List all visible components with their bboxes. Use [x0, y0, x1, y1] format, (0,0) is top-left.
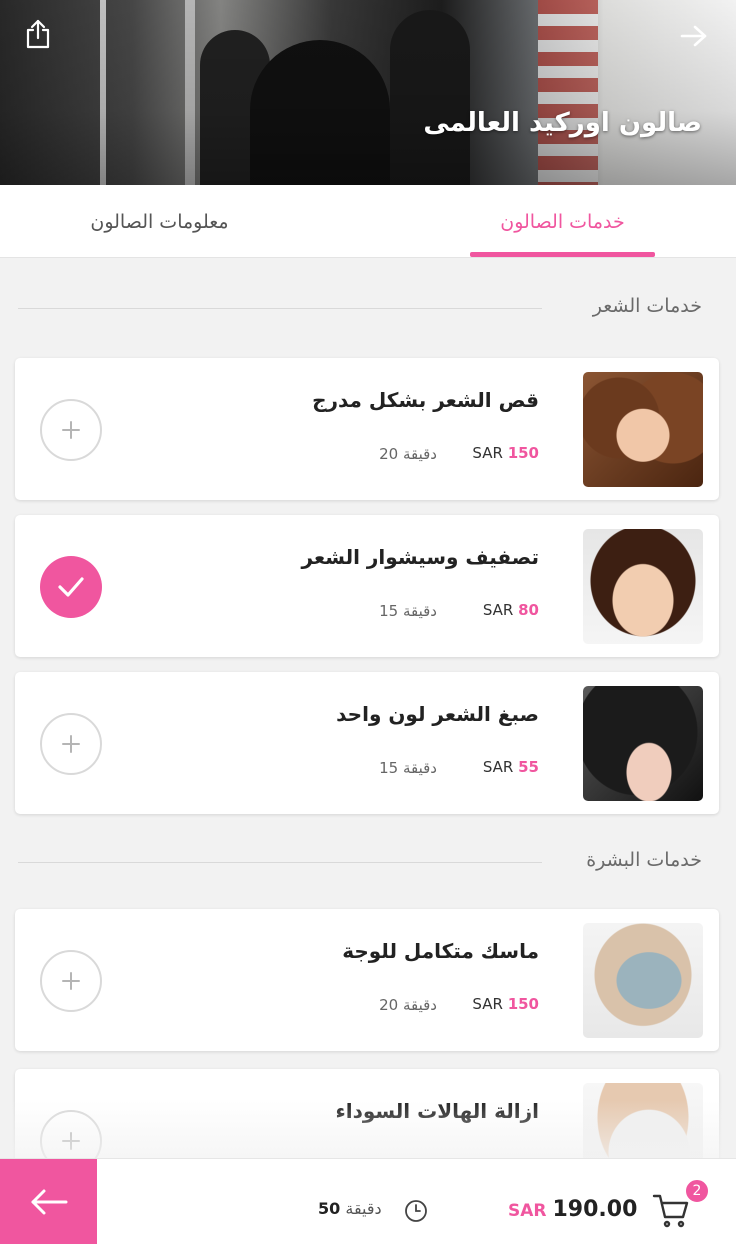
total-amount: 190.00 — [552, 1197, 638, 1222]
next-button[interactable] — [0, 1159, 97, 1244]
add-service-button[interactable] — [40, 713, 102, 775]
section-header: خدمات الشعر — [18, 293, 702, 323]
service-card[interactable]: صبغ الشعر لون واحد SAR 55 15 دقيقة — [15, 672, 719, 814]
tab-bar: خدمات الصالون معلومات الصالون — [0, 185, 736, 258]
service-thumbnail — [583, 686, 703, 801]
service-duration: 20 دقيقة — [379, 445, 437, 463]
service-name: تصفيف وسيشوار الشعر — [301, 545, 540, 569]
add-service-button[interactable] — [40, 399, 102, 461]
service-duration: 15 دقيقة — [379, 602, 437, 620]
total-duration: دقيقة 50 — [318, 1199, 382, 1218]
service-price: SAR 150 — [472, 995, 539, 1013]
price-value: 80 — [518, 601, 539, 619]
service-name: ازالة الهالات السوداء — [335, 1099, 539, 1123]
section-title: خدمات الشعر — [592, 295, 702, 317]
duration-unit: دقيقة — [345, 1199, 382, 1218]
add-service-button[interactable] — [40, 950, 102, 1012]
remove-service-button[interactable] — [40, 556, 102, 618]
arrow-left-icon — [31, 1189, 67, 1215]
section-divider — [18, 308, 542, 309]
section-divider — [18, 862, 542, 863]
price-currency: SAR — [472, 444, 503, 462]
section-header: خدمات البشرة — [18, 847, 702, 877]
service-name: ماسك متكامل للوجة — [342, 939, 539, 963]
share-button[interactable] — [20, 16, 56, 52]
cart-icon — [652, 1194, 689, 1228]
service-thumbnail — [583, 923, 703, 1038]
service-thumbnail — [583, 529, 703, 644]
price-currency: SAR — [482, 758, 514, 776]
total-price: SAR 190.00 — [508, 1197, 637, 1222]
clock-icon — [404, 1199, 428, 1227]
cart-count-badge: 2 — [684, 1178, 710, 1204]
price-value: 55 — [518, 758, 539, 776]
image-overlay — [0, 0, 736, 185]
plus-icon — [62, 972, 80, 990]
salon-cover-image: صالون اوركيد العالمى — [0, 0, 736, 185]
salon-title: صالون اوركيد العالمى — [423, 108, 702, 138]
price-value: 150 — [507, 444, 539, 462]
checkmark-icon — [58, 577, 84, 597]
plus-icon — [62, 1132, 80, 1150]
tab-salon-info[interactable]: معلومات الصالون — [62, 185, 257, 258]
service-name: قص الشعر بشكل مدرج — [312, 388, 539, 412]
service-price: SAR 55 — [483, 758, 539, 776]
section-title: خدمات البشرة — [586, 849, 702, 871]
price-currency: SAR — [472, 995, 503, 1013]
cart-button[interactable] — [652, 1193, 690, 1233]
booking-summary-bar: دقيقة 50 SAR 190.00 — [0, 1158, 736, 1244]
share-icon — [26, 19, 50, 49]
service-duration: 15 دقيقة — [379, 759, 437, 777]
duration-value: 50 — [318, 1199, 341, 1218]
service-price: SAR 80 — [483, 601, 539, 619]
plus-icon — [62, 421, 80, 439]
arrow-right-icon — [680, 25, 707, 47]
plus-icon — [62, 735, 80, 753]
back-button[interactable] — [676, 18, 712, 54]
active-tab-indicator — [470, 252, 655, 257]
total-currency: SAR — [508, 1201, 547, 1221]
price-value: 150 — [507, 995, 539, 1013]
tab-salon-services[interactable]: خدمات الصالون — [470, 185, 655, 258]
price-currency: SAR — [482, 601, 514, 619]
service-card[interactable]: تصفيف وسيشوار الشعر SAR 80 15 دقيقة — [15, 515, 719, 657]
service-card[interactable]: ماسك متكامل للوجة SAR 150 20 دقيقة — [15, 909, 719, 1051]
service-price: SAR 150 — [472, 444, 539, 462]
service-card[interactable]: قص الشعر بشكل مدرج SAR 150 20 دقيقة — [15, 358, 719, 500]
service-name: صبغ الشعر لون واحد — [336, 702, 539, 726]
service-duration: 20 دقيقة — [379, 996, 437, 1014]
service-thumbnail — [583, 372, 703, 487]
